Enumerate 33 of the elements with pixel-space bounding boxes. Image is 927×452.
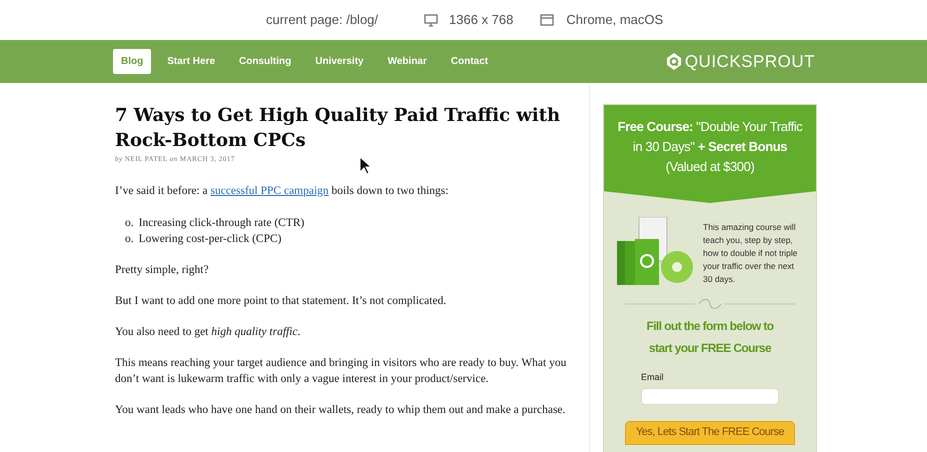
logo-icon: [666, 53, 681, 70]
list-item: Lowering cost-per-click (CPC): [138, 232, 282, 247]
browser-label: Chrome, macOS: [566, 11, 664, 30]
form-heading: Fill out the form below to start your FREE Course: [645, 318, 775, 357]
start-course-button[interactable]: Yes, Lets Start The FREE Course: [625, 420, 795, 444]
paragraph: You also need to get high quality traffic.: [115, 324, 302, 340]
paragraph: Pretty simple, right?: [115, 262, 210, 278]
mouse-cursor-icon: [359, 156, 371, 175]
logo-text: QUICKSPROUT: [684, 50, 815, 73]
paragraph: But I want to add one more point to that statement. It’s not complicated.: [115, 294, 448, 309]
ppc-campaign-link[interactable]: successful PPC campaign: [210, 184, 329, 196]
list-item: Increasing click-through rate (CTR): [138, 216, 304, 231]
resolution-label: 1366 x 768: [449, 11, 514, 30]
monitor-icon: [424, 14, 438, 26]
nav-link[interactable]: Contact: [442, 49, 496, 74]
nav-link[interactable]: Start Here: [159, 49, 224, 74]
nav-link[interactable]: University: [307, 49, 372, 74]
intro-paragraph: I’ve said it before: a successful PPC campaign boils down to two things:: [115, 184, 450, 198]
list-marker: o.: [125, 216, 134, 231]
current-page-label: current page: /blog/: [266, 11, 378, 30]
course-headline: Free Course: "Double Your Traffic in 30 Days" + Secret Bonus (Valued at $300): [618, 119, 802, 174]
course-description: This amazing course will teach you, step by step, how to double if not triple your traffic over the next 30 days.: [703, 220, 799, 286]
nav-link[interactable]: Blog: [113, 49, 152, 74]
nav-link[interactable]: Webinar: [380, 49, 435, 74]
paragraph: You want leads who have one hand on their wallets, ready to whip them out and make a purchase.: [115, 402, 566, 418]
email-field[interactable]: [641, 388, 779, 405]
list-marker: o.: [125, 232, 134, 247]
browser-window-icon: [540, 14, 554, 26]
article-title: 7 Ways to Get High Quality Paid Traffic with Rock-Bottom CPCs: [115, 104, 562, 153]
paragraph: This means reaching your target audience and bringing in visitors who are ready to buy. What you don’t want is lukewarm traffic with only a vague interest in your product/service.: [115, 356, 568, 387]
email-label: Email: [641, 371, 665, 384]
nav-link[interactable]: Consulting: [231, 49, 300, 74]
ornament-divider-icon: [625, 299, 795, 309]
